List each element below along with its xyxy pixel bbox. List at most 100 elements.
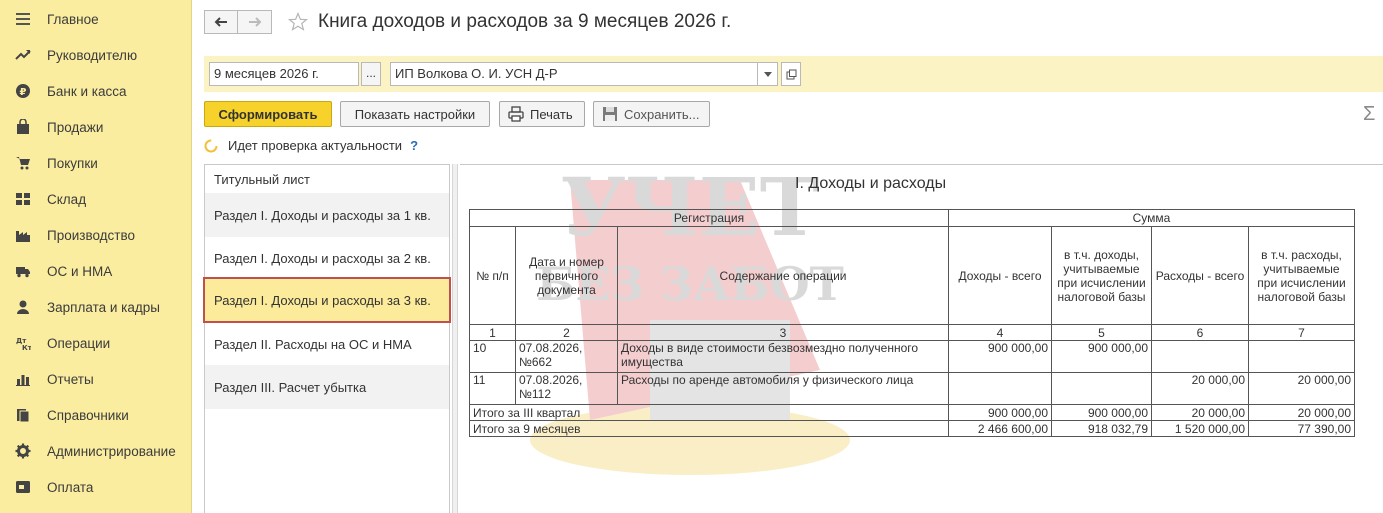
cell-income-tax: 900 000,00: [1051, 340, 1152, 373]
sidebar-item-warehouse[interactable]: Склад: [0, 181, 192, 217]
sidebar-item-label: Оплата: [47, 479, 94, 495]
status-text: Идет проверка актуальности: [228, 138, 403, 153]
cell-income-total: [948, 372, 1052, 405]
sidebar-item-fixed-assets[interactable]: ОС и НМА: [0, 253, 192, 289]
sidebar-item-sales[interactable]: Продажи: [0, 109, 192, 145]
books-icon: [15, 407, 31, 423]
period-field[interactable]: 9 месяцев 2026 г.: [209, 62, 359, 86]
print-button[interactable]: Печать: [499, 101, 585, 127]
sidebar-item-payment[interactable]: Оплата: [0, 469, 192, 505]
nav-buttons: [204, 10, 272, 34]
sidebar: Главное Руководителю ₽ Банк и касса Прод…: [0, 0, 192, 513]
column-numbers-row: 1 2 3 4 5 6 7: [469, 324, 1355, 341]
table-row[interactable]: 11 07.08.2026, №112 Расходы по аренде ав…: [469, 372, 1355, 405]
col-number: 4: [948, 324, 1052, 341]
total-expense-total: 20 000,00: [1151, 404, 1249, 421]
total-row[interactable]: Итого за III квартал 900 000,00 900 000,…: [469, 404, 1355, 421]
forward-button[interactable]: [238, 10, 272, 34]
table-row[interactable]: 10 07.08.2026, №662 Доходы в виде стоимо…: [469, 340, 1355, 373]
sidebar-item-purchases[interactable]: Покупки: [0, 145, 192, 181]
sidebar-item-label: Руководителю: [47, 47, 138, 63]
section-item-q1[interactable]: Раздел I. Доходы и расходы за 1 кв.: [205, 193, 449, 237]
cell-income-tax: [1051, 372, 1152, 405]
back-button[interactable]: [204, 10, 238, 34]
cell-content: Доходы в виде стоимости безвозмездно пол…: [617, 340, 949, 373]
report-title: I. Доходы и расходы: [795, 175, 947, 192]
svg-text:Кт: Кт: [22, 344, 31, 351]
open-window-icon: [786, 69, 796, 79]
sidebar-item-bank[interactable]: ₽ Банк и касса: [0, 73, 192, 109]
income-expense-table: Регистрация Сумма № п/п Дата и номер пер…: [469, 209, 1355, 437]
header-content: Содержание операции: [617, 226, 949, 325]
section-item-loss[interactable]: Раздел III. Расчет убытка: [205, 365, 449, 409]
cell-num: 10: [469, 340, 516, 373]
sidebar-item-directories[interactable]: Справочники: [0, 397, 192, 433]
col-number: 2: [515, 324, 618, 341]
sidebar-item-administration[interactable]: Администрирование: [0, 433, 192, 469]
sidebar-item-production[interactable]: Производство: [0, 217, 192, 253]
person-icon: [15, 299, 31, 315]
section-item-q3[interactable]: Раздел I. Доходы и расходы за 3 кв.: [203, 277, 451, 323]
help-link[interactable]: ?: [410, 138, 418, 153]
sidebar-item-reports[interactable]: Отчеты: [0, 361, 192, 397]
sidebar-item-label: Покупки: [47, 155, 98, 171]
sidebar-item-label: Главное: [47, 11, 99, 27]
bag-icon: [15, 119, 31, 135]
total-expense-tax: 77 390,00: [1248, 420, 1355, 437]
organization-field[interactable]: ИП Волкова О. И. УСН Д-Р: [390, 62, 759, 86]
menu-icon: [15, 11, 31, 27]
header-income-tax: в т.ч. доходы, учитываемые при исчислени…: [1051, 226, 1152, 325]
total-row[interactable]: Итого за 9 месяцев 2 466 600,00 918 032,…: [469, 420, 1355, 437]
header-income-total: Доходы - всего: [948, 226, 1052, 325]
panel-splitter[interactable]: [452, 164, 458, 513]
factory-icon: [15, 227, 31, 243]
svg-text:₽: ₽: [20, 87, 27, 98]
total-label: Итого за 9 месяцев: [469, 420, 949, 437]
truck-icon: [15, 263, 31, 279]
warehouse-icon: [15, 191, 31, 207]
header-date-doc: Дата и номер первичного документа: [515, 226, 618, 325]
dt-kt-icon: Дт Кт: [15, 335, 31, 351]
col-number: 1: [469, 324, 516, 341]
sidebar-item-label: Банк и касса: [47, 83, 127, 99]
sidebar-item-main[interactable]: Главное: [0, 1, 192, 37]
arrow-right-icon: [248, 17, 261, 27]
printer-icon: [508, 106, 524, 122]
arrow-left-icon: [214, 17, 227, 27]
sidebar-item-salary[interactable]: Зарплата и кадры: [0, 289, 192, 325]
section-item-q2[interactable]: Раздел I. Доходы и расходы за 2 кв.: [205, 237, 449, 279]
generate-button[interactable]: Сформировать: [204, 101, 332, 127]
organization-dropdown-button[interactable]: [757, 62, 778, 86]
header-registration: Регистрация: [469, 209, 949, 227]
organization-open-button[interactable]: [781, 62, 801, 86]
print-label: Печать: [530, 106, 573, 122]
cell-content: Расходы по аренде автомобиля у физическо…: [617, 372, 949, 405]
sidebar-item-label: Операции: [47, 335, 111, 351]
sidebar-item-label: Зарплата и кадры: [47, 299, 160, 315]
section-item-title-page[interactable]: Титульный лист: [205, 165, 449, 193]
header-expense-total: Расходы - всего: [1151, 226, 1249, 325]
favorite-star-icon[interactable]: [288, 12, 308, 32]
cell-date-doc: 07.08.2026, №662: [515, 340, 618, 373]
sidebar-item-director[interactable]: Руководителю: [0, 37, 192, 73]
sidebar-item-label: Администрирование: [47, 443, 176, 459]
total-expense-total: 1 520 000,00: [1151, 420, 1249, 437]
page-title: Книга доходов и расходов за 9 месяцев 20…: [318, 11, 732, 32]
ruble-icon: ₽: [15, 83, 31, 99]
table-header-group-row: Регистрация Сумма: [469, 209, 1355, 227]
total-income-tax: 918 032,79: [1051, 420, 1152, 437]
show-settings-button[interactable]: Показать настройки: [340, 101, 490, 127]
total-income-total: 2 466 600,00: [948, 420, 1052, 437]
sidebar-item-operations[interactable]: Дт Кт Операции: [0, 325, 192, 361]
section-item-fixed-assets[interactable]: Раздел II. Расходы на ОС и НМА: [205, 323, 449, 365]
header-num: № п/п: [469, 226, 516, 325]
total-label: Итого за III квартал: [469, 404, 949, 421]
save-label: Сохранить...: [624, 106, 700, 122]
save-button[interactable]: Сохранить...: [593, 101, 710, 127]
sum-icon[interactable]: Σ: [1363, 103, 1375, 126]
floppy-disk-icon: [603, 107, 617, 121]
chevron-down-icon: [763, 71, 772, 77]
trend-icon: [15, 47, 31, 63]
total-income-tax: 900 000,00: [1051, 404, 1152, 421]
period-select-button[interactable]: ...: [361, 62, 381, 86]
